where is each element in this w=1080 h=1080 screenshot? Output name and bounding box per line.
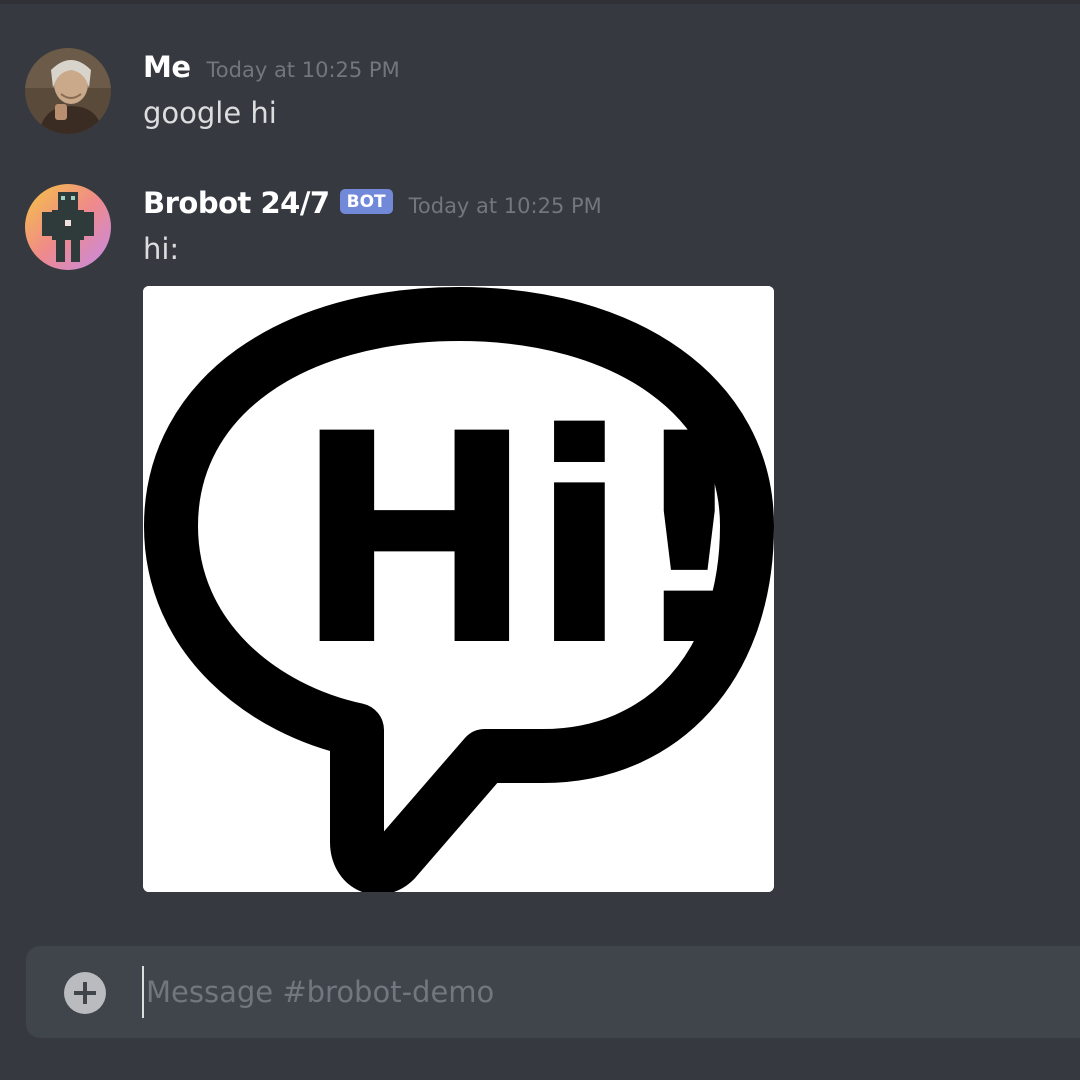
image-attachment[interactable]: Hi! bbox=[143, 286, 774, 892]
message-header: Brobot 24/7 BOT Today at 10:25 PM bbox=[143, 186, 602, 220]
chat-window: Me Today at 10:25 PM google hi Brobot 24… bbox=[0, 0, 1080, 1080]
avatar[interactable] bbox=[25, 184, 111, 270]
timestamp[interactable]: Today at 10:25 PM bbox=[207, 58, 400, 82]
top-divider bbox=[0, 0, 1080, 4]
message-composer bbox=[26, 946, 1080, 1038]
bubble-text: Hi! bbox=[293, 373, 749, 710]
message-content: google hi bbox=[143, 96, 277, 130]
plus-circle-icon[interactable] bbox=[64, 972, 106, 1014]
timestamp[interactable]: Today at 10:25 PM bbox=[409, 194, 602, 218]
avatar[interactable] bbox=[25, 48, 111, 134]
message-content: hi: bbox=[143, 232, 180, 266]
message-input[interactable] bbox=[142, 966, 1046, 1018]
speech-bubble-icon: Hi! bbox=[143, 286, 774, 892]
message-header: Me Today at 10:25 PM bbox=[143, 50, 400, 84]
username[interactable]: Me bbox=[143, 50, 191, 84]
username[interactable]: Brobot 24/7 bbox=[143, 186, 330, 220]
bot-tag: BOT bbox=[339, 189, 393, 214]
